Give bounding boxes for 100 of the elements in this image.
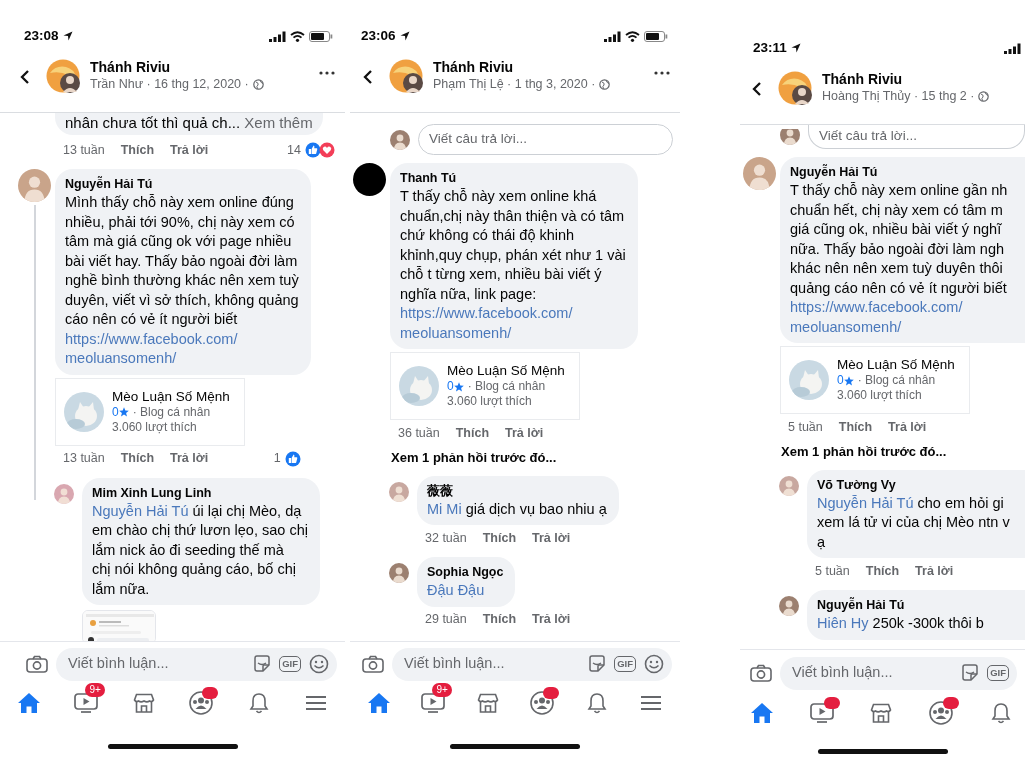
comment-input[interactable]: Viết bình luận... GIF	[56, 647, 337, 681]
author-name[interactable]: Sophia Ngọc	[427, 564, 504, 581]
signal-icon	[1004, 42, 1021, 54]
notification-badge: 9+	[432, 683, 452, 697]
page-card[interactable]: Mèo Luận Số Mệnh 0 · Blog cá nhân 3.060 lượt thích	[780, 346, 970, 414]
video-icon[interactable]	[74, 693, 99, 713]
gif-button[interactable]: GIF	[614, 656, 636, 672]
gif-button[interactable]: GIF	[987, 665, 1009, 681]
reply-link[interactable]: Trả lời	[170, 449, 209, 468]
page-avatar[interactable]	[778, 71, 814, 107]
author-name[interactable]: Nguyễn Hải Tú	[65, 176, 299, 193]
comment-input[interactable]: Viết bình luận... GIF	[780, 656, 1017, 690]
author-name[interactable]: 薇薇	[427, 482, 607, 500]
page-card[interactable]: Mèo Luận Số Mệnh 0 · Blog cá nhân 3.060 lượt thích	[55, 377, 245, 446]
author-name[interactable]: Võ Tường Vy	[817, 476, 1025, 494]
like-link[interactable]: Thích	[482, 528, 517, 548]
author-name[interactable]: Mim Xinh Lung Linh	[92, 484, 308, 502]
home-icon[interactable]	[367, 692, 391, 714]
reply-link[interactable]: Trả lời	[888, 417, 927, 437]
link[interactable]: https://www.facebook.com/ meoluansomenh/	[65, 329, 299, 369]
comment-time: 13 tuần	[63, 141, 105, 159]
page-name[interactable]: Mèo Luận Số Mệnh	[447, 363, 565, 379]
globe-icon	[252, 79, 264, 90]
page-title[interactable]: Thánh Riviu	[90, 59, 264, 76]
avatar[interactable]	[353, 163, 386, 196]
page-title[interactable]: Thánh Riviu	[433, 59, 611, 76]
page-title[interactable]: Thánh Riviu	[822, 71, 990, 88]
home-icon[interactable]	[17, 692, 41, 714]
link[interactable]: https://www.facebook.com/ meoluansomenh/	[400, 304, 626, 343]
comment-time: 5 tuần	[815, 562, 850, 580]
like-link[interactable]: Thích	[865, 561, 900, 581]
page-name[interactable]: Mèo Luận Số Mệnh	[112, 388, 230, 405]
signal-icon	[269, 30, 286, 42]
like-count: 3.060 lượt thích	[837, 388, 923, 403]
more-icon[interactable]	[319, 71, 335, 75]
reply-link[interactable]: Trả lời	[532, 610, 571, 629]
back-icon[interactable]	[363, 69, 373, 85]
see-more-link[interactable]: Xem thêm	[244, 114, 313, 131]
like-link[interactable]: Thích	[455, 423, 490, 443]
wifi-icon	[290, 30, 305, 42]
mention-link[interactable]: Nguyễn Hải Tú	[817, 494, 914, 511]
link[interactable]: https://www.facebook.com/ meoluansomenh/	[790, 298, 1025, 337]
author-name[interactable]: Thanh Tú	[400, 170, 626, 187]
like-link[interactable]: Thích	[120, 140, 155, 160]
reply-link[interactable]: Trả lời	[505, 423, 544, 443]
like-link[interactable]: Thích	[838, 417, 873, 437]
bell-icon[interactable]	[586, 692, 607, 714]
menu-icon[interactable]	[304, 695, 327, 711]
emoji-icon[interactable]	[644, 654, 664, 674]
view-more-replies-link[interactable]: Xem 1 phản hồi trước đó...	[781, 442, 1025, 462]
groups-icon[interactable]	[928, 701, 955, 725]
more-icon[interactable]	[654, 71, 670, 75]
thumbs-up-icon[interactable]	[284, 450, 301, 467]
page-avatar[interactable]	[46, 59, 82, 95]
reply-input[interactable]: Viết câu trả lời...	[808, 125, 1025, 149]
camera-icon[interactable]	[362, 655, 384, 673]
comment-input[interactable]: Viết bình luận... GIF	[392, 647, 672, 681]
groups-icon[interactable]	[188, 691, 215, 715]
bell-icon[interactable]	[991, 702, 1012, 724]
store-icon[interactable]	[476, 693, 499, 713]
gif-button[interactable]: GIF	[279, 656, 301, 672]
page-card[interactable]: Mèo Luận Số Mệnh 0 · Blog cá nhân 3.060 lượt thích	[390, 352, 580, 420]
mention-link[interactable]: Đậu Đậu	[427, 581, 504, 601]
reply-link[interactable]: Trả lời	[532, 528, 571, 548]
status-time: 23:11	[753, 38, 787, 57]
thumbs-up-icon[interactable]	[305, 142, 321, 158]
like-link[interactable]: Thích	[120, 449, 155, 468]
reply-link[interactable]: Trả lời	[915, 561, 954, 581]
back-icon[interactable]	[752, 81, 762, 97]
camera-icon[interactable]	[26, 655, 48, 673]
store-icon[interactable]	[132, 693, 155, 713]
mention-link[interactable]: Mi Mi	[427, 500, 462, 517]
groups-icon[interactable]	[529, 691, 556, 715]
like-link[interactable]: Thích	[482, 610, 517, 629]
camera-icon[interactable]	[750, 664, 772, 682]
view-more-replies-link[interactable]: Xem 1 phản hồi trước đó...	[391, 448, 680, 468]
page-name[interactable]: Mèo Luận Số Mệnh	[837, 357, 955, 373]
emoji-icon[interactable]	[309, 654, 329, 674]
bell-icon[interactable]	[248, 692, 269, 714]
sticker-icon[interactable]	[588, 655, 607, 673]
sticker-icon[interactable]	[253, 655, 272, 673]
star-icon	[843, 375, 854, 386]
video-icon[interactable]	[421, 693, 446, 713]
comment-text: Hiên Hy 250k -300k thôi b	[817, 614, 985, 633]
mention-link[interactable]: Hiên Hy	[817, 615, 869, 631]
sticker-icon[interactable]	[961, 664, 980, 682]
author-name[interactable]: Nguyễn Hải Tú	[817, 597, 1025, 614]
reply-link[interactable]: Trả lời	[170, 140, 209, 160]
page-avatar[interactable]	[389, 59, 425, 95]
mention-link[interactable]: Nguyễn Hải Tú	[92, 502, 189, 519]
back-icon[interactable]	[20, 69, 30, 85]
post-subtitle: Phạm Thị Lệ · 1 thg 3, 2020 ·	[433, 76, 596, 93]
video-icon[interactable]	[809, 703, 834, 723]
menu-icon[interactable]	[639, 695, 662, 711]
status-time: 23:08	[24, 26, 59, 45]
store-icon[interactable]	[870, 703, 893, 723]
comment-time: 5 tuần	[788, 418, 823, 436]
home-icon[interactable]	[749, 702, 774, 724]
author-name[interactable]: Nguyễn Hải Tú	[790, 164, 1025, 181]
reaction-count: 1	[273, 450, 281, 468]
